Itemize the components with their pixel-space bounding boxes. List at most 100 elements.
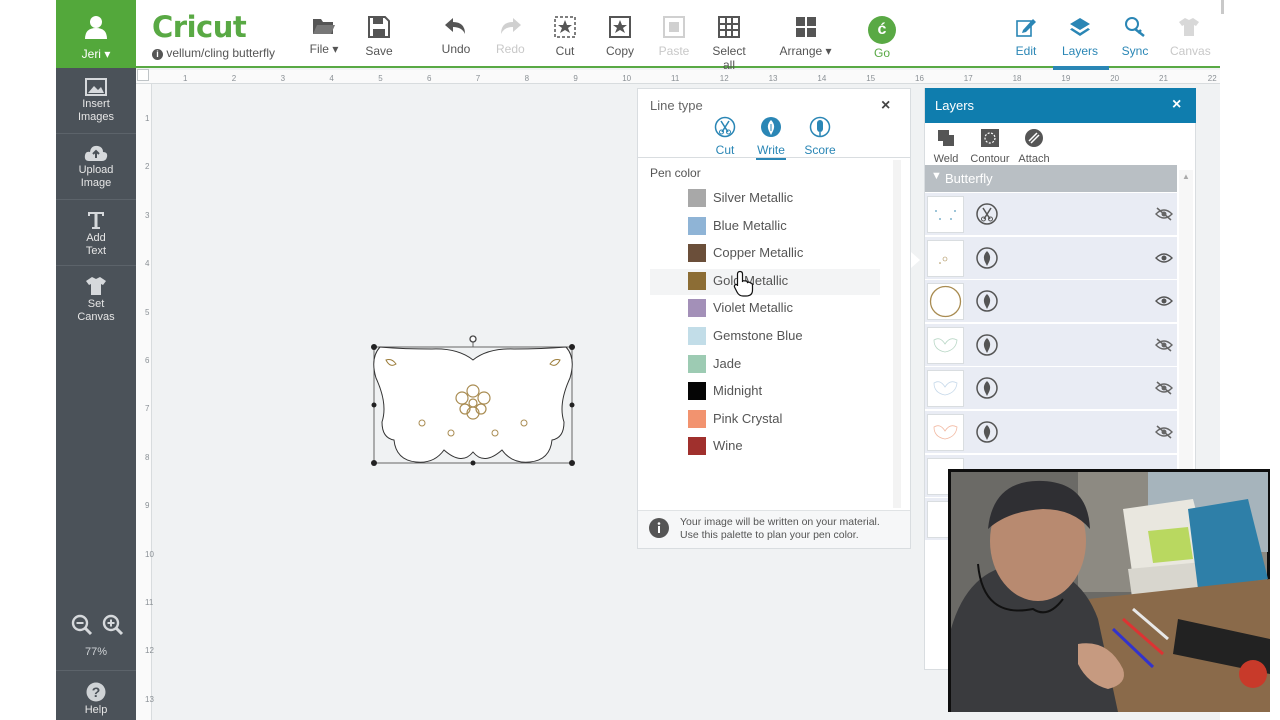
ruler-tick-label: 8 xyxy=(524,74,530,83)
layer-group-name: Butterfly xyxy=(945,171,993,186)
pen-color-swatch[interactable] xyxy=(688,216,706,235)
layer-thumbnail xyxy=(927,370,964,407)
pen-icon xyxy=(976,421,998,443)
pen-color-scrollbar[interactable] xyxy=(893,160,901,508)
ruler-tick-label: 5 xyxy=(145,307,150,317)
pen-color-swatch[interactable] xyxy=(688,327,706,345)
linetype-close-icon[interactable]: × xyxy=(881,97,890,115)
eye-hidden-icon[interactable] xyxy=(1155,207,1173,221)
arrange-label: Arrange xyxy=(779,44,823,58)
grid-icon xyxy=(718,16,740,38)
layer-row[interactable] xyxy=(925,411,1177,454)
layer-thumbnail xyxy=(927,196,964,233)
info-icon: i xyxy=(152,49,163,60)
eye-hidden-icon[interactable] xyxy=(1155,381,1173,395)
layer-row[interactable] xyxy=(925,367,1177,410)
pen-color-option[interactable]: Gemstone Blue xyxy=(713,328,803,343)
pen-color-swatch[interactable] xyxy=(688,409,706,428)
help-icon: ? xyxy=(86,682,106,702)
zoom-in-icon[interactable] xyxy=(102,614,124,636)
page-scrollbar-thumb[interactable] xyxy=(1221,0,1224,14)
redo-button[interactable]: Redo xyxy=(496,16,525,56)
pen-color-swatch[interactable] xyxy=(688,189,706,207)
layer-group-butterfly[interactable]: ▼ Butterfly xyxy=(925,165,1177,192)
pen-color-swatch[interactable] xyxy=(688,354,706,373)
pen-color-option[interactable]: Jade xyxy=(713,356,741,371)
insert-images-button[interactable]: Insert Images xyxy=(56,68,136,134)
select-all-button[interactable]: Select all xyxy=(705,16,753,72)
pen-color-swatch[interactable] xyxy=(688,271,706,290)
linetype-score-option[interactable]: Score xyxy=(804,116,836,157)
layers-button[interactable]: Layers xyxy=(1056,16,1104,58)
layers-close-icon[interactable]: × xyxy=(1172,96,1181,114)
arrange-menu-button[interactable]: Arrange ▾ xyxy=(778,16,833,58)
help-button[interactable]: ? Help xyxy=(56,670,136,720)
pen-color-option[interactable]: Violet Metallic xyxy=(713,300,793,315)
user-icon xyxy=(85,16,107,39)
user-menu[interactable]: Jeri ▾ xyxy=(56,0,136,68)
eye-icon[interactable] xyxy=(1155,294,1173,308)
upload-image-button[interactable]: Upload Image xyxy=(56,134,136,200)
contour-button[interactable]: Contour xyxy=(968,128,1012,165)
layers-title: Layers xyxy=(935,98,975,113)
ruler-tick-label: 11 xyxy=(145,598,154,607)
pen-color-option[interactable]: Copper Metallic xyxy=(713,245,803,260)
pen-color-swatch[interactable] xyxy=(688,244,706,263)
pen-color-swatch[interactable] xyxy=(688,437,706,456)
pen-color-option[interactable]: Wine xyxy=(713,438,743,453)
linetype-score-label: Score xyxy=(804,143,836,157)
edit-button[interactable]: Edit xyxy=(1012,16,1040,58)
save-button[interactable]: Save xyxy=(363,16,395,58)
set-canvas-button[interactable]: Set Canvas xyxy=(56,266,136,332)
linetype-write-option[interactable]: Write xyxy=(756,116,786,160)
add-text-label: Add xyxy=(86,232,106,244)
linetype-cut-option[interactable]: Cut xyxy=(712,116,738,157)
cut-label: Cut xyxy=(555,44,575,58)
layer-row[interactable] xyxy=(925,324,1177,367)
cut-icon xyxy=(554,16,576,38)
redo-label: Redo xyxy=(496,42,525,56)
layer-row[interactable] xyxy=(925,280,1177,323)
butterfly-design[interactable] xyxy=(366,330,582,470)
eye-hidden-icon[interactable] xyxy=(1155,338,1173,352)
pen-color-option[interactable]: Pink Crystal xyxy=(713,411,782,426)
cut-button[interactable]: Cut xyxy=(550,16,580,58)
pen-color-option[interactable]: Blue Metallic xyxy=(713,218,787,233)
zoom-out-icon[interactable] xyxy=(71,614,93,636)
ruler-tick-label: 17 xyxy=(963,74,973,83)
go-icon[interactable]: ć xyxy=(868,16,896,44)
add-text-button[interactable]: Add Text xyxy=(56,200,136,266)
linetype-title: Line type xyxy=(650,98,703,113)
undo-label: Undo xyxy=(441,42,471,56)
ruler-tick-label: 12 xyxy=(145,646,154,656)
undo-button[interactable]: Undo xyxy=(440,16,472,56)
eye-icon[interactable] xyxy=(1155,251,1173,265)
pen-color-swatch[interactable] xyxy=(688,382,706,401)
folder-icon xyxy=(313,19,335,34)
attach-icon xyxy=(1025,129,1043,147)
pen-color-option[interactable]: Midnight xyxy=(713,383,762,398)
weld-button[interactable]: Weld xyxy=(932,128,960,165)
upload-image-label-2: Image xyxy=(80,177,112,189)
layers-icon xyxy=(1070,18,1090,36)
pen-color-swatch[interactable] xyxy=(688,299,706,318)
contour-icon xyxy=(981,129,999,147)
project-name-row[interactable]: i vellum/cling butterfly xyxy=(152,46,275,60)
file-menu-button[interactable]: File ▾ xyxy=(308,16,340,56)
save-icon xyxy=(368,16,390,38)
ruler-tick-label: 6 xyxy=(145,356,150,365)
file-label: File xyxy=(309,42,329,56)
pen-color-option[interactable]: Silver Metallic xyxy=(713,190,793,205)
layer-thumbnail xyxy=(927,283,964,320)
layer-row[interactable] xyxy=(925,193,1177,236)
copy-button[interactable]: Copy xyxy=(604,16,636,58)
paste-button[interactable]: Paste xyxy=(658,16,690,58)
attach-button[interactable]: Attach xyxy=(1016,128,1052,165)
layer-row[interactable] xyxy=(925,237,1177,280)
sync-button[interactable]: Sync xyxy=(1120,16,1150,58)
eye-hidden-icon[interactable] xyxy=(1155,425,1173,439)
scroll-up-icon[interactable]: ▲ xyxy=(1182,172,1190,181)
canvas-button[interactable]: Canvas xyxy=(1170,16,1211,58)
sync-label: Sync xyxy=(1121,44,1149,58)
add-text-label-2: Text xyxy=(85,245,107,257)
